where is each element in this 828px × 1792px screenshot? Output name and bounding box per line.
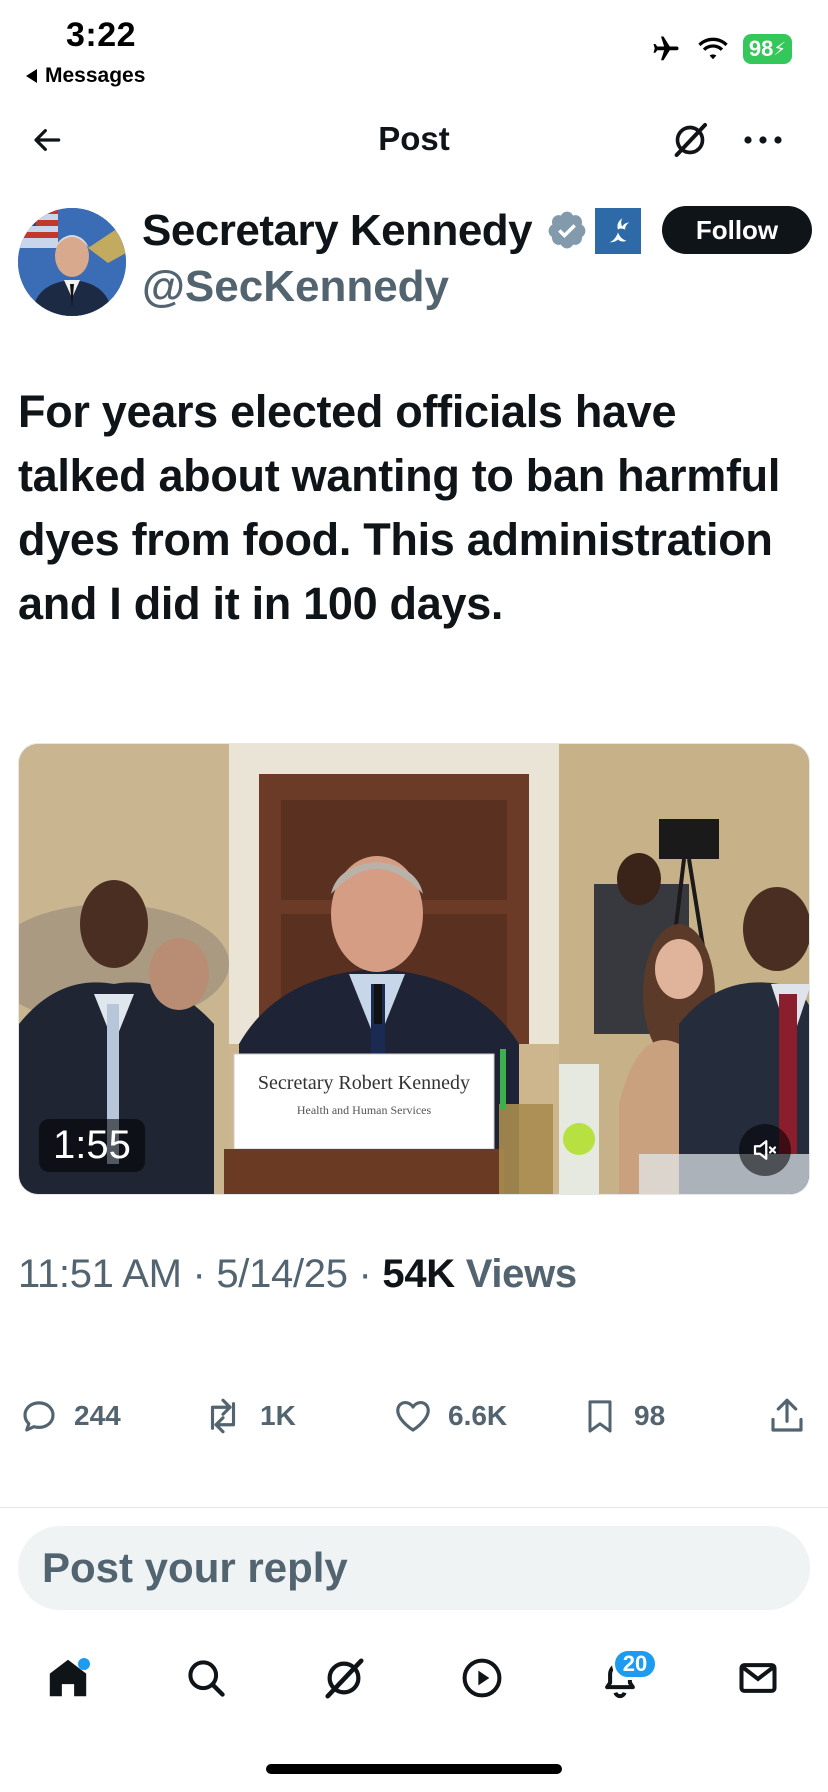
post-meta: 11:51 AM · 5/14/25 · 54K Views bbox=[18, 1252, 577, 1297]
tab-home[interactable] bbox=[38, 1648, 98, 1708]
bookmark-button[interactable]: 98 bbox=[580, 1390, 665, 1442]
author-handle[interactable]: @SecKennedy bbox=[142, 262, 449, 312]
grok-icon bbox=[325, 1658, 364, 1699]
tab-search[interactable] bbox=[176, 1648, 236, 1708]
home-unread-dot bbox=[78, 1658, 90, 1670]
repost-icon bbox=[210, 1398, 236, 1434]
search-icon bbox=[188, 1660, 225, 1697]
repost-button[interactable]: 1K bbox=[200, 1390, 296, 1442]
placard-line1: Secretary Robert Kennedy bbox=[258, 1072, 470, 1094]
post-date: 5/14/25 bbox=[216, 1252, 348, 1296]
bookmark-icon bbox=[588, 1400, 612, 1433]
status-time: 3:22 bbox=[66, 16, 137, 54]
messages-icon bbox=[739, 1663, 777, 1693]
more-icon bbox=[744, 136, 782, 144]
more-button[interactable] bbox=[738, 118, 788, 162]
video-duration: 1:55 bbox=[39, 1119, 145, 1172]
post-time: 11:51 AM bbox=[18, 1252, 182, 1296]
meta-separator: · bbox=[192, 1252, 206, 1296]
reply-input[interactable]: Post your reply bbox=[18, 1526, 810, 1610]
reply-count: 244 bbox=[74, 1400, 121, 1431]
reply-button[interactable]: 244 bbox=[18, 1390, 121, 1442]
battery-icon: 98 ⚡ bbox=[742, 34, 792, 64]
reply-bar: Post your reply bbox=[0, 1507, 828, 1627]
author-name[interactable]: Secretary Kennedy bbox=[142, 206, 533, 256]
back-to-app-button[interactable]: Messages bbox=[26, 64, 145, 88]
avatar[interactable] bbox=[18, 208, 126, 316]
hhs-affiliate-icon[interactable] bbox=[595, 208, 641, 254]
avatar-image bbox=[18, 208, 126, 316]
status-bar: 3:22 Messages 98 ⚡ bbox=[0, 0, 828, 96]
meta-separator: · bbox=[358, 1252, 372, 1296]
video-player[interactable]: Secretary Robert Kennedy Health and Huma… bbox=[18, 743, 810, 1195]
heart-icon bbox=[396, 1400, 430, 1432]
like-button[interactable]: 6.6K bbox=[392, 1390, 507, 1442]
grok-button[interactable] bbox=[668, 118, 712, 162]
back-triangle-icon bbox=[26, 69, 37, 83]
views-label: Views bbox=[465, 1252, 577, 1296]
post-text: For years elected officials have talked … bbox=[18, 386, 781, 629]
verified-gray-icon[interactable] bbox=[546, 209, 588, 251]
mute-button[interactable] bbox=[739, 1124, 791, 1176]
tab-grok[interactable] bbox=[314, 1648, 374, 1708]
follow-button[interactable]: Follow bbox=[662, 206, 812, 254]
wifi-icon bbox=[698, 37, 728, 60]
bottom-tab-bar: 20 bbox=[0, 1630, 828, 1730]
bookmark-count: 98 bbox=[634, 1400, 666, 1431]
grok-icon bbox=[674, 123, 707, 157]
tab-messages[interactable] bbox=[728, 1648, 788, 1708]
repost-count: 1K bbox=[260, 1400, 296, 1431]
airplane-icon bbox=[653, 36, 679, 61]
home-indicator bbox=[266, 1764, 562, 1774]
hhs-eagle-icon bbox=[609, 218, 630, 243]
tab-notifications[interactable]: 20 bbox=[590, 1648, 658, 1708]
video-icon bbox=[462, 1658, 502, 1698]
nav-header: Post bbox=[0, 100, 828, 180]
share-icon bbox=[771, 1398, 803, 1432]
tab-video[interactable] bbox=[452, 1648, 512, 1708]
like-count: 6.6K bbox=[448, 1400, 508, 1431]
share-button[interactable] bbox=[766, 1390, 808, 1442]
author-row: Secretary Kennedy Follow @SecKennedy bbox=[18, 206, 812, 318]
views-count: 54K bbox=[382, 1252, 455, 1296]
post-actions: 244 1K 6.6K 98 bbox=[18, 1390, 810, 1442]
placard-line2: Health and Human Services bbox=[297, 1103, 432, 1117]
back-app-label: Messages bbox=[45, 64, 146, 87]
reply-icon bbox=[23, 1401, 55, 1432]
notifications-badge: 20 bbox=[612, 1648, 658, 1680]
muted-speaker-icon bbox=[753, 1140, 777, 1160]
system-icons: 98 ⚡ bbox=[649, 34, 792, 64]
